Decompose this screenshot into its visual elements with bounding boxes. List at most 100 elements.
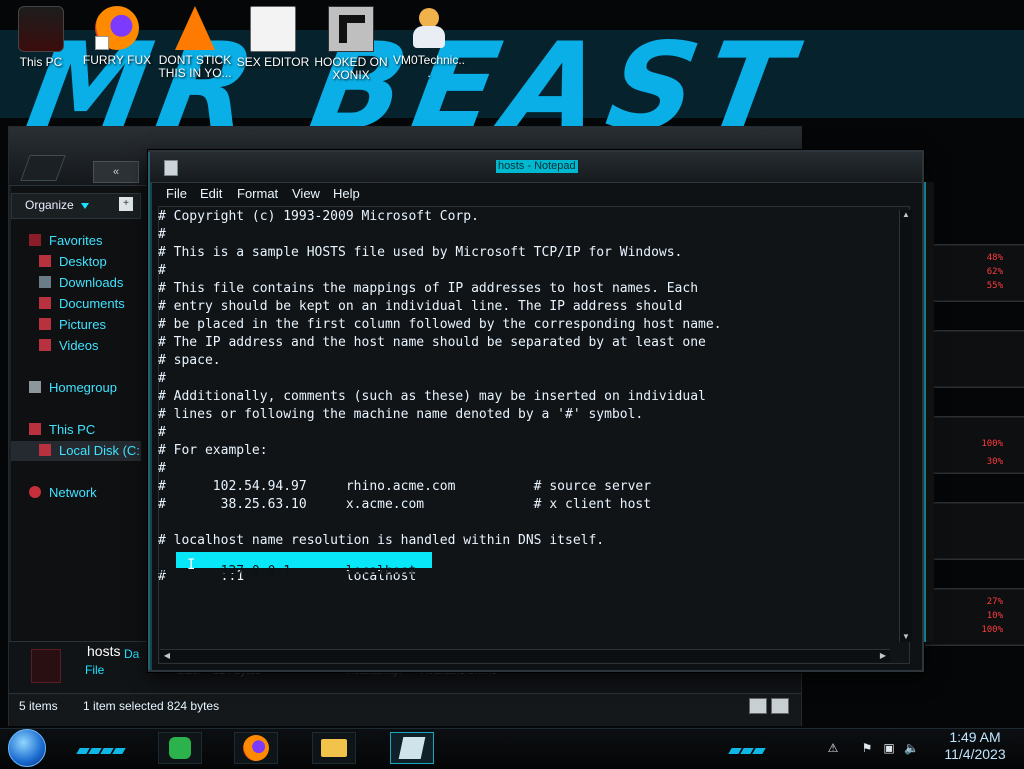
nav-local-disk[interactable]: Local Disk (C: [39, 441, 140, 461]
pictures-icon [39, 318, 51, 330]
nav-label: Network [49, 485, 97, 500]
hud-value: 27% [986, 597, 1003, 607]
window-edge-accent [924, 182, 934, 642]
documents-icon [39, 297, 51, 309]
hud-value: 62% [986, 267, 1003, 277]
hxd-editor-icon [250, 6, 296, 52]
hud-value: 48% [986, 253, 1003, 263]
menu-file[interactable]: File [166, 186, 187, 201]
hud-value: 55% [986, 281, 1003, 291]
action-center-flag-icon[interactable]: ⚑ [860, 741, 874, 755]
nav-homegroup[interactable]: Homegroup [29, 378, 117, 398]
taskbar-feedly-button[interactable] [158, 732, 202, 764]
xonix-game-icon [328, 6, 374, 52]
large-icons-view-icon[interactable] [771, 698, 789, 714]
nav-documents[interactable]: Documents [39, 294, 125, 314]
status-items: 5 items [19, 699, 58, 713]
taskbar-explorer-button[interactable] [312, 732, 356, 764]
nav-label: This PC [49, 422, 96, 437]
clock-time: 1:49 AM [949, 729, 1001, 745]
text-cursor-icon: I [187, 557, 196, 573]
details-view-icon[interactable] [749, 698, 767, 714]
nav-label: Homegroup [49, 380, 117, 395]
firefox-icon [95, 6, 139, 50]
desktop-icon-label: FURRY FUX [82, 53, 152, 67]
taskbar-decoration [728, 741, 766, 754]
taskbar-notepad-button[interactable] [390, 732, 434, 764]
star-icon [29, 234, 41, 246]
desktop-icon-dont-stick[interactable]: DONT STICK THIS IN YO... [158, 6, 232, 80]
taskbar-clock[interactable]: 1:49 AM 11/4/2023 [932, 729, 1018, 763]
nav-downloads[interactable]: Downloads [39, 273, 123, 293]
vertical-scrollbar[interactable]: ▲ ▼ [899, 210, 912, 642]
desktop-icon-this-pc[interactable]: This PC [4, 6, 78, 69]
window-title: hosts - Notepad [496, 160, 578, 173]
desktop-icon-label: DONT STICK THIS IN YO... [158, 53, 232, 80]
nav-pictures[interactable]: Pictures [39, 315, 106, 335]
nav-desktop[interactable]: Desktop [39, 252, 107, 272]
details-file-name: hosts [87, 643, 121, 659]
desktop-icon-vm0technic[interactable]: VM0Technic... [392, 6, 466, 80]
desktop-icon-sex-editor[interactable]: SEX EDITOR [236, 6, 310, 69]
tray-app-icon[interactable]: ⚠ [826, 741, 840, 755]
horizontal-scrollbar[interactable]: ◀ ▶ [160, 649, 890, 662]
desktop-icon-label: VM0Technic... [392, 53, 466, 80]
taskbar-firefox-button[interactable] [234, 732, 278, 764]
vlc-cone-icon [175, 6, 215, 50]
scroll-up-icon[interactable]: ▲ [901, 210, 911, 220]
drive-icon [39, 444, 51, 456]
scroll-right-icon[interactable]: ▶ [878, 651, 888, 661]
menu-view[interactable]: View [292, 186, 320, 201]
selected-text-line[interactable]: # 127.0.0.1 localhost [158, 563, 416, 581]
organize-button[interactable]: Organize [25, 198, 74, 212]
desktop-icon-furry-fux[interactable]: FURRY FUX [80, 6, 154, 67]
nav-label: Desktop [59, 254, 107, 269]
nav-this-pc[interactable]: This PC [29, 420, 95, 440]
desktop-icon-label: HOOKED ON XONIX [314, 55, 388, 82]
videos-icon [39, 339, 51, 351]
desktop-icon [39, 255, 51, 267]
nav-favorites[interactable]: Favorites [29, 231, 102, 251]
desktop-icon-label: This PC [19, 55, 63, 69]
desktop-icon-hooked-on-xonix[interactable]: HOOKED ON XONIX [314, 6, 388, 82]
menu-help[interactable]: Help [333, 186, 360, 201]
details-file-kind: File [85, 663, 105, 677]
menu-format[interactable]: Format [237, 186, 278, 201]
menu-edit[interactable]: Edit [200, 186, 222, 201]
start-button[interactable] [8, 729, 46, 767]
clock-date: 11/4/2023 [944, 746, 1006, 762]
network-icon[interactable]: ▣ [882, 741, 896, 755]
file-icon [31, 649, 61, 683]
details-file-type: Da [124, 647, 140, 661]
back-button[interactable]: « [93, 161, 139, 183]
hud-value: 30% [986, 457, 1003, 467]
hud-value: 100% [981, 439, 1003, 449]
hud-value: 100% [981, 625, 1003, 635]
status-selected: 1 item selected 824 bytes [83, 699, 220, 713]
nav-label: Documents [59, 296, 125, 311]
shortcut-arrow-icon [95, 36, 109, 50]
nav-label: Pictures [59, 317, 106, 332]
file-text-content[interactable]: # Copyright (c) 1993-2009 Microsoft Corp… [158, 208, 722, 586]
volume-icon[interactable]: 🔈 [904, 741, 919, 755]
hud-value: 10% [986, 611, 1003, 621]
nav-videos[interactable]: Videos [39, 336, 99, 356]
scroll-down-icon[interactable]: ▼ [901, 632, 911, 642]
notepad-app-icon [164, 160, 178, 176]
notepad-icon [398, 737, 426, 759]
network-icon [29, 486, 41, 498]
new-folder-icon[interactable]: + [119, 197, 133, 211]
window-edge-accent [148, 152, 152, 670]
user-avatar-icon [407, 6, 451, 50]
computer-icon [18, 6, 64, 52]
homegroup-icon [29, 381, 41, 393]
chevron-down-icon [81, 203, 89, 209]
notepad-window[interactable]: hosts - Notepad File Edit Format View He… [148, 150, 934, 672]
nav-network[interactable]: Network [29, 483, 97, 503]
nav-label: Local Disk (C: [59, 443, 140, 458]
computer-icon [29, 423, 41, 435]
folder-icon [321, 739, 347, 757]
download-icon [39, 276, 51, 288]
nav-label: Videos [59, 338, 99, 353]
scroll-left-icon[interactable]: ◀ [162, 651, 172, 661]
